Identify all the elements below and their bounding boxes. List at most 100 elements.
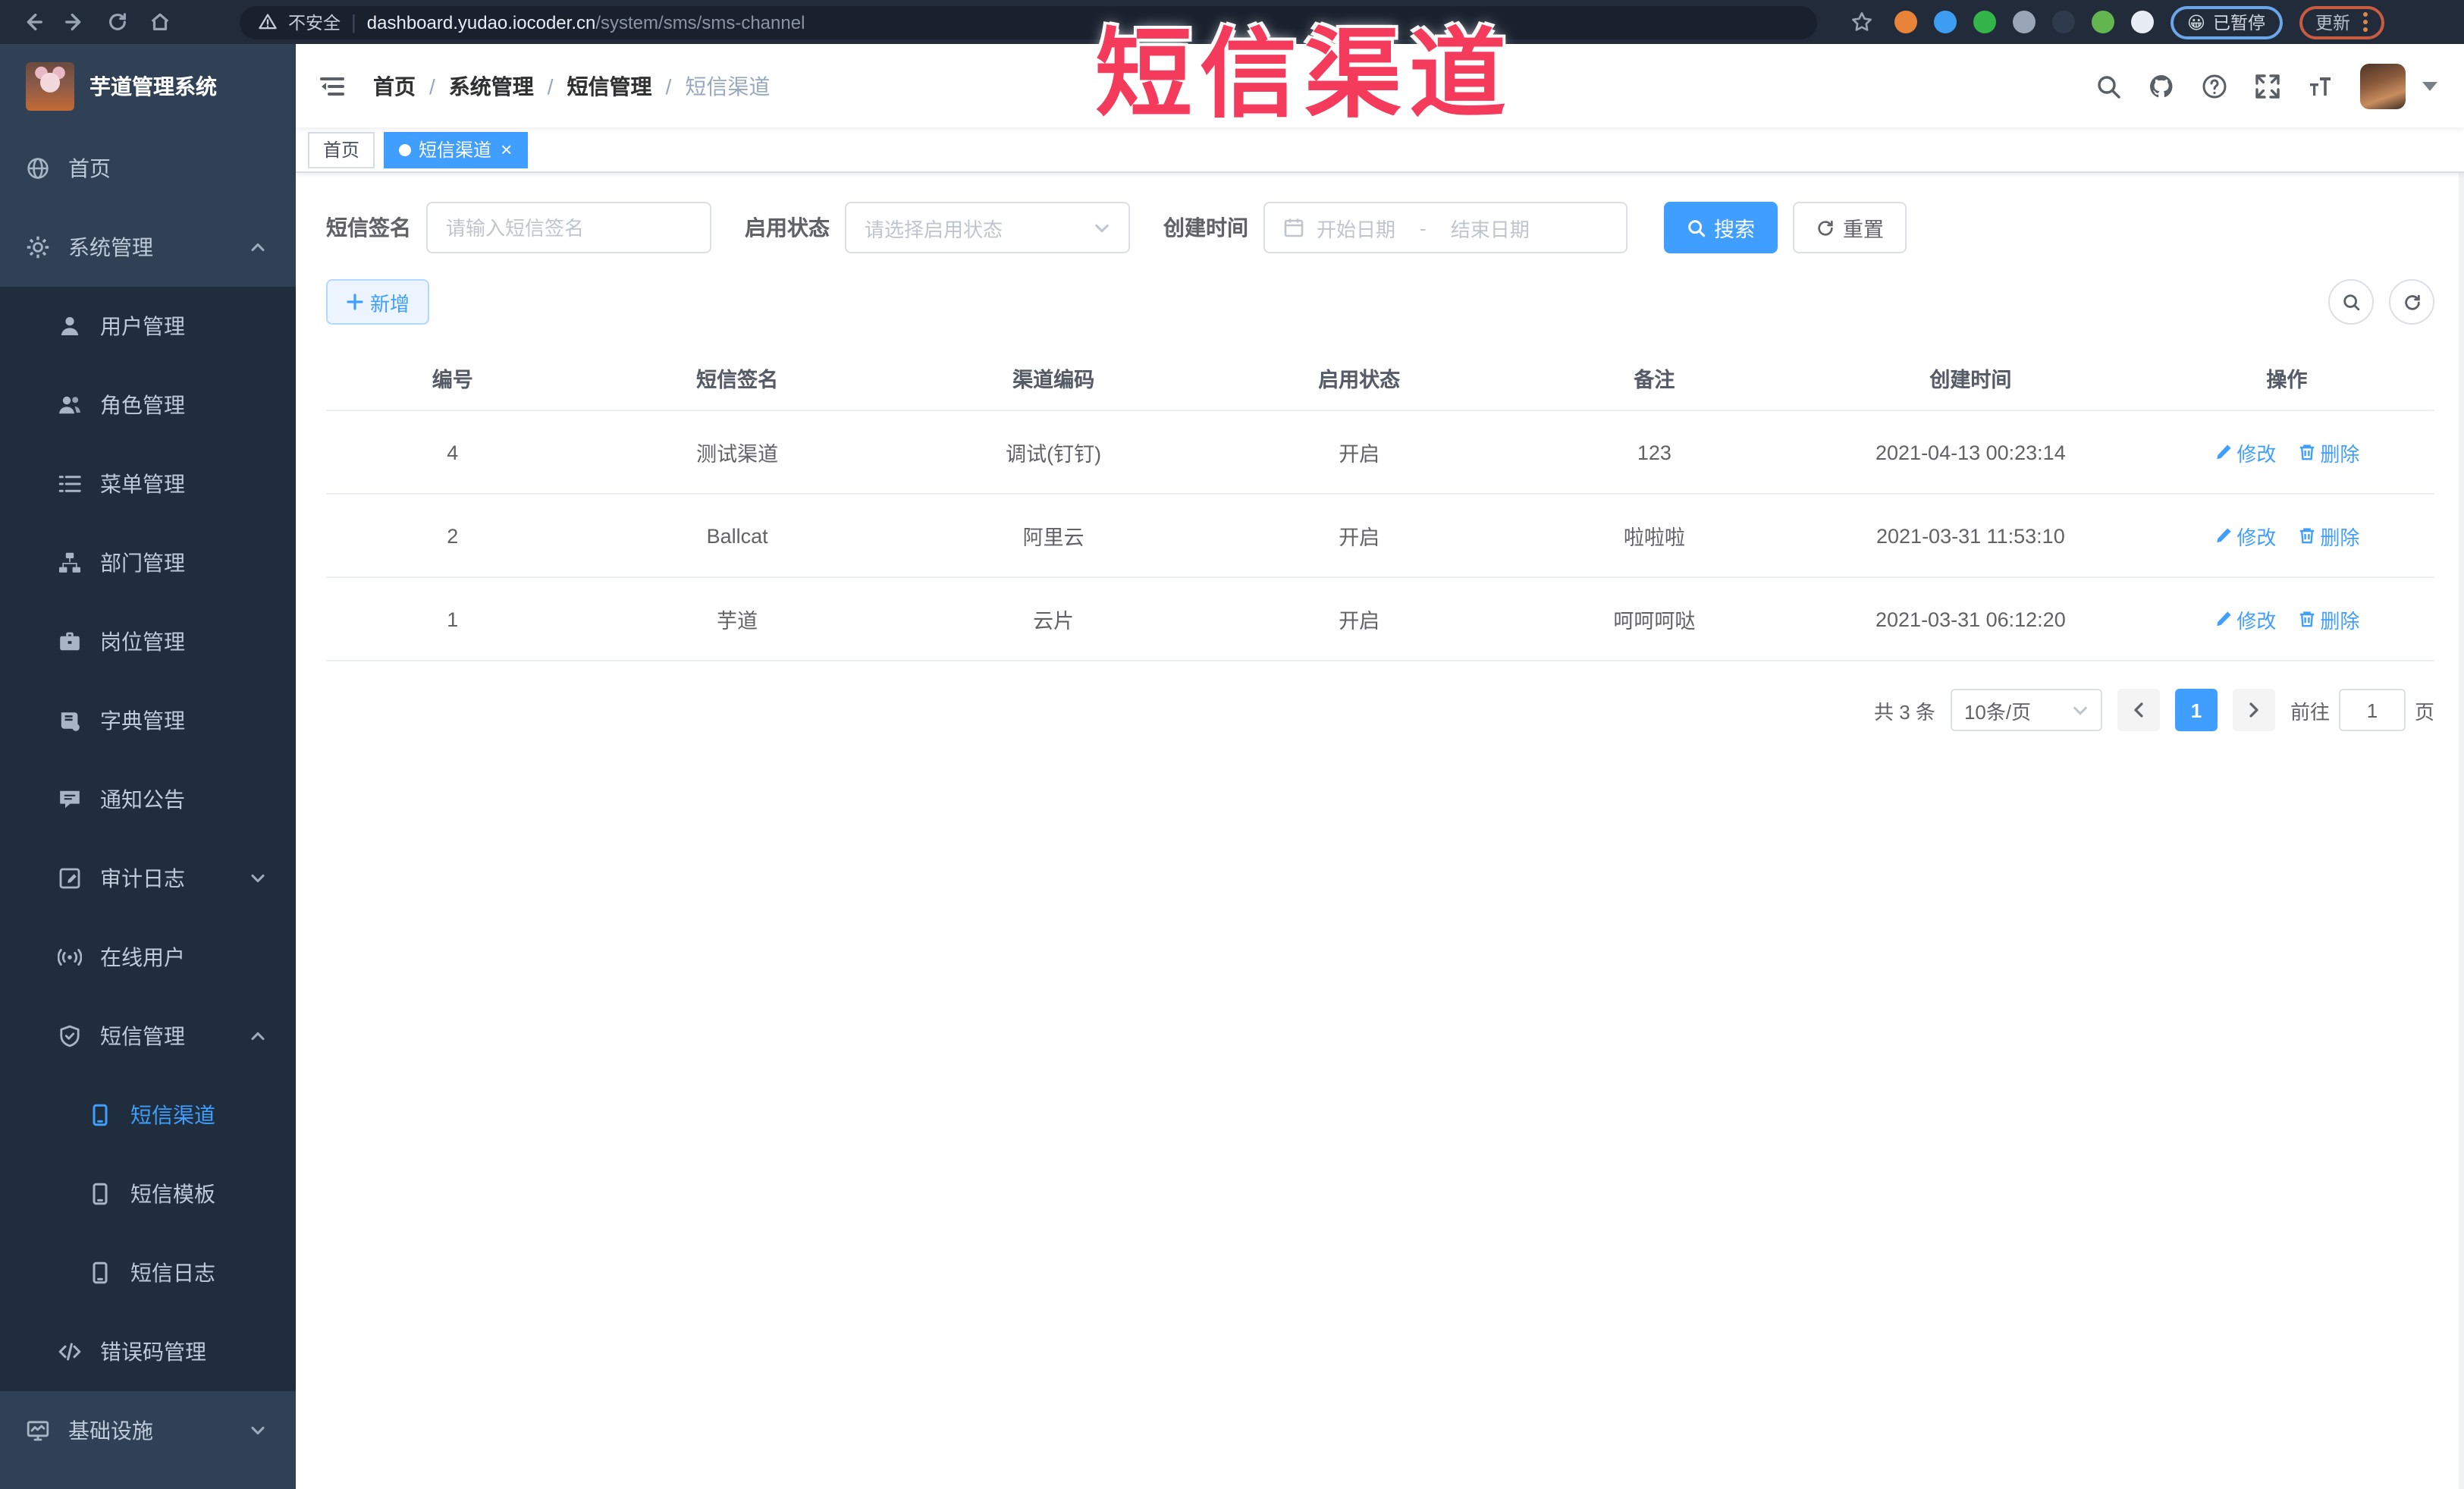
toggle-search-circle-button[interactable]: [2328, 279, 2374, 325]
start-date-placeholder: 开始日期: [1317, 218, 1396, 240]
sidebar-logo-row[interactable]: 芋道管理系统: [0, 44, 296, 129]
status-select[interactable]: 请选择启用状态: [845, 202, 1130, 253]
tab-首页[interactable]: 首页: [308, 131, 375, 168]
delete-row-button[interactable]: 删除: [2297, 605, 2359, 633]
profile-paused-pill[interactable]: 😀 已暂停: [2171, 5, 2282, 39]
sidebar-item-短信管理[interactable]: 短信管理: [0, 997, 296, 1076]
sidebar-item-label: 基础设施: [68, 1418, 153, 1443]
sidebar-item-审计日志[interactable]: 审计日志: [0, 839, 296, 918]
sidebar-item-字典管理[interactable]: 字典管理: [0, 681, 296, 760]
refresh-circle-button[interactable]: [2389, 279, 2434, 325]
sidebar-item-菜单管理[interactable]: 菜单管理: [0, 445, 296, 523]
edit-row-button[interactable]: 修改: [2214, 438, 2276, 466]
forward-icon[interactable]: [58, 5, 91, 39]
extension-white-puzzle-icon[interactable]: [2131, 11, 2154, 33]
sidebar-item-label: 通知公告: [100, 787, 185, 812]
extension-green-sprout-icon[interactable]: [2092, 11, 2114, 33]
reset-button[interactable]: 重置: [1793, 202, 1907, 253]
table-row: 2 Ballcat 阿里云 开启 啦啦啦 2021-03-31 11:53:10 修改 删除: [326, 494, 2434, 578]
add-button[interactable]: 新增: [326, 279, 430, 325]
extension-green-check-icon[interactable]: [1973, 11, 1996, 33]
sidebar-item-label: 审计日志: [100, 866, 185, 891]
sidebar-item-label: 角色管理: [100, 393, 185, 417]
address-bar[interactable]: 不安全 | dashboard.yudao.iocoder.cn/system/…: [240, 5, 1817, 39]
extension-blue-pin-icon[interactable]: [1934, 11, 1957, 33]
home-icon[interactable]: [143, 5, 176, 39]
search-button[interactable]: 搜索: [1664, 202, 1778, 253]
sidebar-item-系统管理[interactable]: 系统管理: [0, 208, 296, 287]
sidebar-item-岗位管理[interactable]: 岗位管理: [0, 602, 296, 681]
delete-icon: [2299, 528, 2314, 544]
edit-icon: [2216, 528, 2230, 543]
extension-orange-ring-icon[interactable]: [1894, 11, 1917, 33]
github-icon[interactable]: [2148, 72, 2175, 99]
update-label: 更新: [2315, 14, 2350, 33]
browser-extensions-area: 😀 已暂停 更新: [1844, 5, 2384, 39]
sidebar-item-通知公告[interactable]: 通知公告: [0, 760, 296, 839]
cell-created: 2021-04-13 00:23:14: [1801, 410, 2139, 495]
delete-row-button[interactable]: 删除: [2297, 521, 2359, 550]
table-row: 4 测试渠道 调试(钉钉) 开启 123 2021-04-13 00:23:14 修改 删除: [326, 410, 2434, 495]
page-size-select[interactable]: 10条/页: [1950, 689, 2102, 731]
chevron-up-icon: [250, 240, 265, 255]
cell-remark: 123: [1506, 410, 1802, 495]
book-icon: [58, 708, 82, 733]
sms-channel-table: 编号 短信签名 渠道编码 启用状态 备注 创建时间 操作 4 测试渠道 调试(钉钉) 开启 123 2…: [326, 346, 2434, 661]
sidebar-item-短信模板[interactable]: 短信模板: [0, 1154, 296, 1233]
next-page-button[interactable]: [2232, 689, 2275, 731]
browser-toolbar: 不安全 | dashboard.yudao.iocoder.cn/system/…: [0, 0, 2464, 44]
sidebar-item-基础设施[interactable]: 基础设施: [0, 1391, 296, 1470]
goto-page-input[interactable]: [2338, 689, 2406, 731]
scrollbar-track[interactable]: [2459, 44, 2464, 1489]
reload-icon[interactable]: [100, 5, 133, 39]
edit-icon: [2216, 611, 2230, 627]
sidebar-item-短信渠道[interactable]: 短信渠道: [0, 1076, 296, 1154]
back-icon[interactable]: [15, 5, 49, 39]
sidebar-item-部门管理[interactable]: 部门管理: [0, 523, 296, 602]
sidebar-item-错误码管理[interactable]: 错误码管理: [0, 1312, 296, 1391]
list-icon: [58, 472, 82, 496]
sidebar-item-短信日志[interactable]: 短信日志: [0, 1233, 296, 1312]
font-size-icon[interactable]: [2307, 72, 2334, 99]
sidebar-item-角色管理[interactable]: 角色管理: [0, 366, 296, 445]
end-date-placeholder: 结束日期: [1450, 218, 1530, 240]
edit-row-button[interactable]: 修改: [2214, 521, 2276, 550]
date-range-picker[interactable]: 开始日期 - 结束日期: [1263, 202, 1627, 253]
extension-gray-people-icon[interactable]: [2013, 11, 2036, 33]
close-icon[interactable]: ×: [501, 140, 512, 159]
pagination-total: 共 3 条: [1874, 700, 1935, 723]
extension-dark-on-badge-icon[interactable]: [2052, 11, 2075, 33]
security-label: 不安全: [288, 14, 341, 33]
user-avatar[interactable]: [2360, 63, 2406, 108]
fullscreen-icon[interactable]: [2254, 72, 2281, 99]
search-icon[interactable]: [2095, 72, 2122, 99]
delete-row-button[interactable]: 删除: [2297, 438, 2359, 466]
breadcrumb-item[interactable]: 系统管理: [449, 71, 534, 101]
cell-sign: 芋道: [579, 577, 896, 661]
tags-view: 首页 短信渠道 ×: [296, 127, 2464, 173]
chrome-update-button[interactable]: 更新: [2299, 5, 2384, 39]
sidebar-item-首页[interactable]: 首页: [0, 129, 296, 208]
sidebar-item-label: 系统管理: [68, 235, 153, 259]
sidebar-toggle-icon[interactable]: [315, 69, 349, 102]
sidebar-item-用户管理[interactable]: 用户管理: [0, 287, 296, 366]
avatar-caret-down-icon[interactable]: [2422, 81, 2437, 90]
top-navbar: 首页 / 系统管理 / 短信管理 / 短信渠道: [296, 44, 2464, 127]
prev-page-button[interactable]: [2117, 689, 2160, 731]
sign-input[interactable]: [446, 216, 692, 239]
briefcase-icon: [58, 630, 82, 654]
table-row: 1 芋道 云片 开启 呵呵呵哒 2021-03-31 06:12:20 修改 删除: [326, 577, 2434, 661]
edit-row-button[interactable]: 修改: [2214, 605, 2276, 633]
browser-menu-kebab-icon[interactable]: [2362, 12, 2367, 32]
bookmark-star-icon[interactable]: [1844, 5, 1878, 39]
breadcrumb-item[interactable]: 短信管理: [567, 71, 652, 101]
breadcrumb-item[interactable]: 首页: [373, 71, 416, 101]
column-header-编号: 编号: [326, 346, 579, 411]
page-number-button[interactable]: 1: [2174, 689, 2218, 731]
help-icon[interactable]: [2201, 72, 2228, 99]
tab-label: 首页: [323, 140, 360, 161]
sidebar-item-在线用户[interactable]: 在线用户: [0, 918, 296, 997]
active-tab-dot: [399, 143, 412, 155]
cell-actions: 修改 删除: [2139, 494, 2434, 578]
tab-短信渠道[interactable]: 短信渠道 ×: [384, 131, 528, 168]
